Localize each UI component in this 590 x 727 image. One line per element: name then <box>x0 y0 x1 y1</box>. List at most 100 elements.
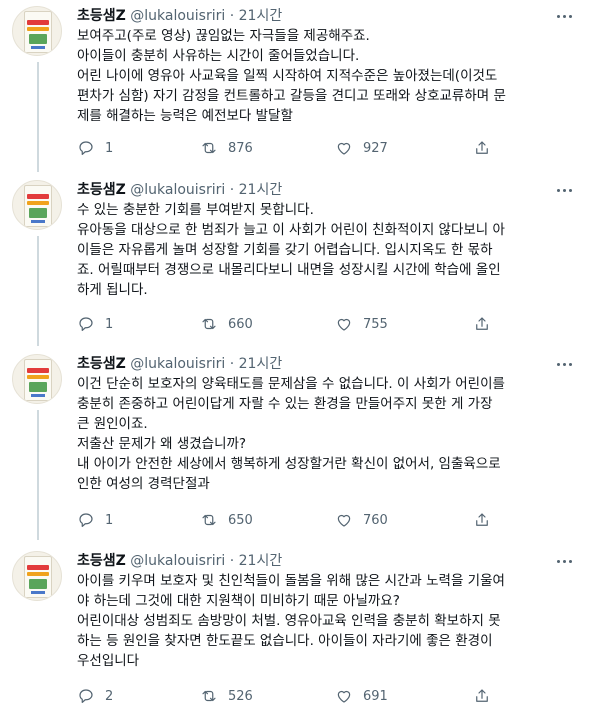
retweet-count: 876 <box>228 140 253 156</box>
tweet-header: 초등샘Z @lukalouisriri · 21시간 <box>77 6 282 26</box>
heart-icon <box>337 690 351 703</box>
reply-icon <box>79 689 93 703</box>
share-button[interactable] <box>473 686 491 706</box>
tweet-text: 보여주고(주로 영상) 끊임없는 자극들을 제공해주죠. 아이들이 충분히 사유… <box>77 26 577 126</box>
retweet-button[interactable]: 876 <box>200 138 253 158</box>
user-handle[interactable]: @lukalouisriri <box>130 182 225 198</box>
like-count: 755 <box>363 316 388 332</box>
timestamp[interactable]: 21시간 <box>239 182 283 198</box>
tweet-line: 유아동을 대상으로 한 범죄가 늘고 이 사회가 어린이 친화적이지 않다보니 … <box>77 222 505 238</box>
tweet-line: 아이를 키우며 보호자 및 친인척들이 돌봄을 위해 많은 시간과 노력을 기울… <box>77 573 505 589</box>
heart-icon <box>337 514 351 527</box>
tweet-line: 보여주고(주로 영상) 끊임없는 자극들을 제공해주죠. <box>77 28 370 44</box>
retweet-icon <box>202 514 216 526</box>
tweet-line: 이들은 자유롭게 놀며 성장할 기회를 갖기 어렵습니다. 입시지옥도 한 몫하 <box>77 242 493 258</box>
tweet-text: 이건 단순히 보호자의 양육태도를 문제삼을 수 없습니다. 이 사회가 어린이… <box>77 374 577 494</box>
tweet-line: 어린 나이에 영유아 사교육을 일찍 시작하여 지적수준은 높아졌는데(이것도 <box>77 68 498 84</box>
tweet-header: 초등샘Z @lukalouisriri · 21시간 <box>77 180 282 200</box>
reply-count: 1 <box>105 512 114 528</box>
share-button[interactable] <box>473 510 491 530</box>
heart-icon <box>337 142 351 155</box>
tweet-line: 야 하는데 그것에 대한 지원책이 미비하기 때문 아닐까요? <box>77 593 400 609</box>
share-button[interactable] <box>473 138 491 158</box>
reply-button[interactable]: 1 <box>77 138 113 158</box>
avatar[interactable] <box>12 551 62 601</box>
reply-icon <box>79 513 93 527</box>
tweet-header: 초등샘Z @lukalouisriri · 21시간 <box>77 551 282 571</box>
share-icon <box>476 689 488 702</box>
display-name[interactable]: 초등샘Z <box>77 553 126 569</box>
more-options-icon[interactable] <box>553 182 577 198</box>
book-cover-image <box>24 11 52 53</box>
heart-icon <box>337 318 351 331</box>
user-handle[interactable]: @lukalouisriri <box>130 8 225 24</box>
tweet-line: 죠. 어릴때부터 경쟁으로 내몰리다보니 내면을 성장시킬 시간에 학습에 올인 <box>77 262 501 278</box>
tweet-line: 어린이대상 성범죄도 솜방망이 처벌. 영유아교육 인력을 충분히 확보하지 못 <box>77 613 501 629</box>
thread-line <box>37 236 39 346</box>
display-name[interactable]: 초등샘Z <box>77 182 126 198</box>
tweet-line: 우선입니다 <box>77 653 140 669</box>
more-options-icon[interactable] <box>553 8 577 24</box>
separator-dot: · <box>229 553 235 569</box>
more-options-icon[interactable] <box>553 553 577 569</box>
thread-line <box>37 410 39 540</box>
like-button[interactable]: 755 <box>335 314 388 334</box>
separator-dot: · <box>229 356 235 372</box>
tweet-actions: 2 526 691 <box>77 686 577 706</box>
timestamp[interactable]: 21시간 <box>239 356 283 372</box>
timestamp[interactable]: 21시간 <box>239 8 283 24</box>
book-cover-image <box>24 556 52 598</box>
tweet-actions: 1 876 927 <box>77 138 577 158</box>
display-name[interactable]: 초등샘Z <box>77 8 126 24</box>
retweet-count: 660 <box>228 316 253 332</box>
like-button[interactable]: 927 <box>335 138 388 158</box>
retweet-icon <box>202 690 216 702</box>
book-cover-image <box>24 185 52 227</box>
display-name[interactable]: 초등샘Z <box>77 356 126 372</box>
avatar[interactable] <box>12 180 62 230</box>
book-cover-image <box>24 359 52 401</box>
tweet-actions: 1 660 755 <box>77 314 577 334</box>
reply-button[interactable]: 2 <box>77 686 113 706</box>
share-button[interactable] <box>473 314 491 334</box>
separator-dot: · <box>229 182 235 198</box>
avatar[interactable] <box>12 354 62 404</box>
avatar[interactable] <box>12 6 62 56</box>
reply-count: 2 <box>105 688 114 704</box>
share-icon <box>476 141 488 154</box>
tweet-line: 인한 여성의 경력단절과 <box>77 476 210 492</box>
retweet-button[interactable]: 650 <box>200 510 253 530</box>
reply-count: 1 <box>105 316 114 332</box>
tweet-line: 이건 단순히 보호자의 양육태도를 문제삼을 수 없습니다. 이 사회가 어린이… <box>77 376 505 392</box>
reply-count: 1 <box>105 140 114 156</box>
tweet-line: 아이들이 충분히 사유하는 시간이 줄어들었습니다. <box>77 48 360 64</box>
tweet-actions: 1 650 760 <box>77 510 577 530</box>
reply-button[interactable]: 1 <box>77 510 113 530</box>
more-options-icon[interactable] <box>553 356 577 372</box>
tweet-text: 수 있는 충분한 기회를 부여받지 못합니다. 유아동을 대상으로 한 범죄가 … <box>77 200 577 300</box>
tweet-line: 하는 등 원인을 찾자면 한도끝도 없습니다. 아이들이 자라기에 좋은 환경이 <box>77 633 493 649</box>
user-handle[interactable]: @lukalouisriri <box>130 553 225 569</box>
retweet-count: 650 <box>228 512 253 528</box>
tweet-line: 제를 해결하는 능력은 예전보다 발달할 <box>77 108 293 124</box>
retweet-icon <box>202 142 216 154</box>
reply-icon <box>79 317 93 331</box>
retweet-button[interactable]: 660 <box>200 314 253 334</box>
user-handle[interactable]: @lukalouisriri <box>130 356 225 372</box>
like-count: 927 <box>363 140 388 156</box>
tweet-header: 초등샘Z @lukalouisriri · 21시간 <box>77 354 282 374</box>
like-button[interactable]: 760 <box>335 510 388 530</box>
share-icon <box>476 513 488 526</box>
tweet-line: 큰 원인이죠. <box>77 416 148 432</box>
thread-line <box>37 62 39 172</box>
retweet-button[interactable]: 526 <box>200 686 253 706</box>
timestamp[interactable]: 21시간 <box>239 553 283 569</box>
separator-dot: · <box>229 8 235 24</box>
tweet-line: 내 아이가 안전한 세상에서 행복하게 성장할거란 확신이 없어서, 임출육으로 <box>77 456 501 472</box>
like-count: 760 <box>363 512 388 528</box>
reply-icon <box>79 141 93 155</box>
reply-button[interactable]: 1 <box>77 314 113 334</box>
like-button[interactable]: 691 <box>335 686 388 706</box>
retweet-count: 526 <box>228 688 253 704</box>
tweet-line: 편차가 심함) 자기 감정을 컨트롤하고 갈등을 견디고 또래와 상호교류하며 … <box>77 88 506 104</box>
